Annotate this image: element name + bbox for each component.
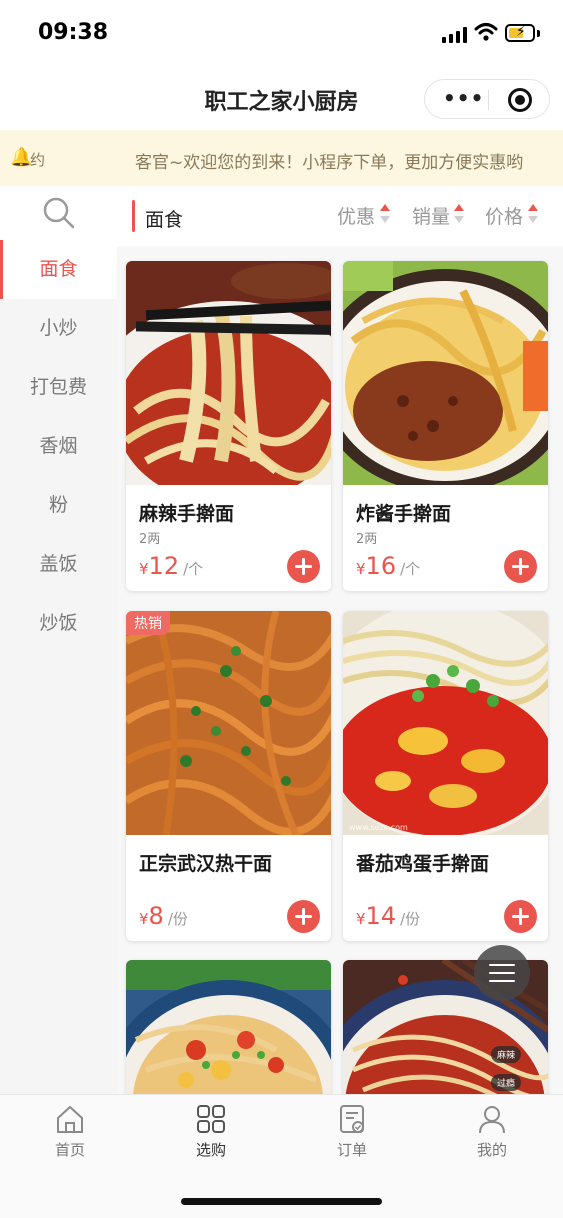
tab-label: 选购 — [195, 1141, 226, 1159]
sidebar-search[interactable] — [0, 186, 117, 240]
category-item-noodles[interactable]: 面食 — [0, 240, 117, 299]
product-card[interactable]: 炸酱手擀面 2两 ¥16/个 — [343, 261, 548, 591]
nav-bar: 职工之家小厨房 ••• — [0, 68, 563, 130]
tab-label: 订单 — [336, 1141, 367, 1159]
category-item-rice-bowl[interactable]: 盖饭 — [0, 535, 117, 594]
product-name: 正宗武汉热干面 — [139, 853, 273, 875]
status-bar: 09:38 ⚡ — [0, 0, 563, 68]
image-badge: 过瘾 — [491, 1074, 522, 1091]
home-indicator[interactable] — [181, 1198, 382, 1205]
add-to-cart-button[interactable] — [504, 550, 537, 583]
add-to-cart-button[interactable] — [504, 900, 537, 933]
tab-label: 我的 — [476, 1141, 507, 1159]
product-price: ¥8/份 — [139, 902, 188, 930]
product-card[interactable]: 麻辣手擀面 2两 ¥12/个 — [126, 261, 331, 591]
add-to-cart-button[interactable] — [287, 550, 320, 583]
grid-icon — [197, 1105, 225, 1133]
section-title: 面食 — [145, 209, 184, 231]
category-sidebar: 面食 小炒 打包费 香烟 粉 盖饭 炒饭 — [0, 186, 117, 1094]
category-item-rice-noodles[interactable]: 粉 — [0, 476, 117, 535]
tab-profile[interactable]: 我的 — [422, 1103, 562, 1169]
add-to-cart-button[interactable] — [287, 900, 320, 933]
tab-home[interactable]: 首页 — [0, 1103, 140, 1169]
sort-arrows-icon — [454, 204, 464, 228]
product-image[interactable] — [126, 960, 331, 1094]
category-item-packing-fee[interactable]: 打包费 — [0, 358, 117, 417]
product-price: ¥16/个 — [356, 552, 421, 580]
product-price: ¥14/份 — [356, 902, 421, 930]
sort-arrows-icon — [380, 204, 390, 228]
product-spec: 2两 — [139, 532, 161, 547]
sort-arrows-icon — [528, 204, 538, 228]
battery-icon: ⚡ — [505, 24, 535, 42]
product-spec: 2两 — [356, 532, 378, 547]
category-item-stir-fry[interactable]: 小炒 — [0, 299, 117, 358]
search-icon[interactable] — [42, 196, 76, 230]
tab-orders[interactable]: 订单 — [282, 1103, 422, 1169]
product-price: ¥12/个 — [139, 552, 204, 580]
image-badge: 麻辣 — [491, 1046, 522, 1063]
sort-price[interactable]: 价格 — [485, 202, 523, 229]
content-header: 面食 优惠 销量 价格 — [117, 186, 563, 246]
sort-sales[interactable]: 销量 — [412, 202, 450, 229]
user-icon — [479, 1106, 505, 1134]
signal-icon — [442, 27, 468, 43]
status-time: 09:38 — [38, 20, 109, 45]
product-image[interactable]: www.sezc.com — [343, 611, 548, 835]
product-image[interactable]: 热销 — [126, 611, 331, 835]
product-image[interactable] — [343, 261, 548, 485]
product-name: 炸酱手擀面 — [356, 503, 452, 525]
tab-label: 首页 — [54, 1141, 85, 1159]
order-icon — [340, 1105, 364, 1133]
tab-shop[interactable]: 选购 — [141, 1103, 281, 1169]
notice-bar: 🔔 约 客官~欢迎您的到来！小程序下单，更加方便实惠哟 — [0, 130, 563, 186]
wifi-icon — [474, 23, 498, 41]
product-card[interactable]: www.sezc.com 番茄鸡蛋手擀面 ¥14/份 — [343, 611, 548, 941]
product-image[interactable] — [126, 261, 331, 485]
mini-program-capsule: ••• — [424, 79, 550, 119]
notice-prefix: 约 — [30, 151, 46, 169]
home-icon — [57, 1106, 83, 1133]
product-card[interactable]: 热销 正宗武汉热干面 ¥8/份 — [126, 611, 331, 941]
category-item-cigarettes[interactable]: 香烟 — [0, 417, 117, 476]
floating-menu-button[interactable] — [474, 945, 530, 1001]
sort-discount[interactable]: 优惠 — [337, 202, 375, 229]
image-watermark: www.sezc.com — [349, 823, 408, 832]
category-item-fried-rice[interactable]: 炒饭 — [0, 594, 117, 653]
more-icon[interactable]: ••• — [443, 86, 484, 110]
hot-sale-badge: 热销 — [126, 611, 170, 635]
close-target-icon[interactable] — [508, 88, 532, 112]
product-card[interactable] — [126, 960, 331, 1094]
notice-text: 客官~欢迎您的到来！小程序下单，更加方便实惠哟 — [135, 153, 524, 173]
product-name: 番茄鸡蛋手擀面 — [356, 853, 490, 875]
product-name: 麻辣手擀面 — [139, 503, 235, 525]
